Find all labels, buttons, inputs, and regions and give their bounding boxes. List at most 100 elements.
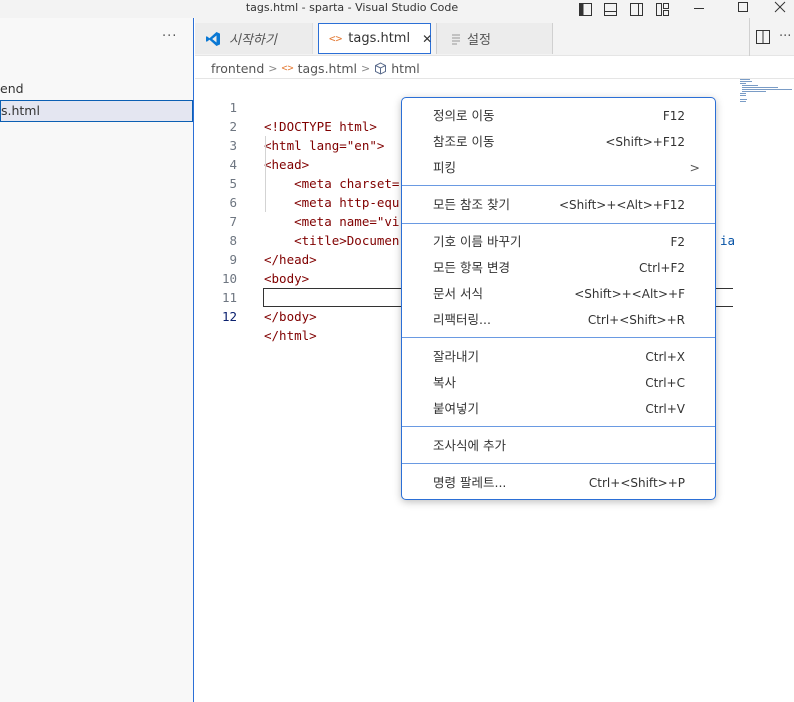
tab-tags-html[interactable]: <> tags.html ✕ (318, 23, 432, 54)
close-tab-icon[interactable]: ✕ (422, 32, 432, 46)
menu-item-format-document[interactable]: 문서 서식 <Shift>+<Alt>+F (402, 281, 715, 307)
split-editor-button[interactable] (749, 18, 776, 56)
breadcrumb-folder[interactable]: frontend (211, 61, 264, 76)
code-line[interactable]: 3 <head> (0, 117, 309, 172)
minimize-button[interactable] (684, 0, 714, 18)
menu-item-shortcut: F2 (670, 235, 685, 249)
menu-item-label: 정의로 이동 (433, 108, 495, 123)
menu-item-go-to-references[interactable]: 참조로 이동 <Shift>+F12 (402, 129, 715, 155)
code-line[interactable]: 12 </html> (0, 288, 317, 343)
chevron-right-icon: > (689, 160, 700, 175)
chevron-right-icon: > (268, 61, 278, 75)
editor-tab-bar: 시작하기 <> tags.html ✕ 설정 ··· (195, 18, 794, 56)
explorer-file-item[interactable]: s.html (0, 100, 193, 122)
menu-separator (402, 223, 715, 224)
tab-label: 설정 (467, 33, 491, 48)
indent-guide (265, 174, 266, 193)
menu-item-find-all-references[interactable]: 모든 참조 찾기 <Shift>+<Alt>+F12 (402, 192, 715, 218)
menu-item-go-to-definition[interactable]: 정의로 이동 F12 (402, 103, 715, 129)
menu-item-shortcut: <Shift>+<Alt>+F12 (558, 198, 685, 212)
code-text: </html> (264, 328, 317, 343)
line-number: 8 (229, 233, 237, 248)
title-bar: tags.html - sparta - Visual Studio Code (0, 0, 794, 18)
line-number: 4 (229, 157, 237, 172)
menu-item-shortcut: Ctrl+C (645, 376, 685, 390)
window-title: tags.html - sparta - Visual Studio Code (245, 1, 459, 14)
code-text: <meta http-equ (264, 195, 400, 210)
code-line[interactable]: 11 </body> (0, 269, 317, 324)
breadcrumb-symbol[interactable]: html (391, 61, 419, 76)
menu-item-change-all-occurrences[interactable]: 모든 항목 변경 Ctrl+F2 (402, 255, 715, 281)
menu-item-peek[interactable]: 피킹 > (402, 155, 715, 181)
menu-item-label: 모든 참조 찾기 (433, 197, 510, 212)
minimap[interactable] (738, 78, 794, 118)
menu-item-shortcut: <Shift>+F12 (605, 135, 685, 149)
settings-file-icon (451, 33, 461, 45)
code-line[interactable]: 8 </head> (0, 212, 316, 267)
customize-layout-icon[interactable] (656, 1, 669, 16)
code-text: <html lang="en"> (264, 138, 385, 153)
code-line[interactable]: 9 <body> (0, 231, 309, 286)
tab-label: 시작하기 (229, 33, 277, 48)
menu-item-label: 명령 팔레트... (433, 475, 507, 490)
menu-item-label: 복사 (433, 375, 457, 390)
html-code-icon: <> (281, 62, 294, 74)
line-number: 10 (221, 271, 237, 286)
breadcrumb-divider (195, 78, 794, 79)
menu-item-label: 피킹 (433, 160, 457, 175)
vscode-logo-icon (205, 31, 221, 47)
code-text: <head> (264, 157, 310, 172)
menu-item-label: 참조로 이동 (433, 134, 495, 149)
line-number: 11 (221, 290, 237, 305)
breadcrumb-file[interactable]: tags.html (298, 61, 357, 76)
html-code-icon: <> (329, 32, 343, 45)
code-line[interactable]: 4 <meta charset= (0, 136, 399, 191)
code-line[interactable]: 6 <meta name="vi ia (0, 174, 735, 248)
code-text: <meta charset= (264, 176, 400, 191)
toggle-secondary-sidebar-icon[interactable] (630, 1, 643, 16)
sidebar-more-actions-button[interactable]: ··· (162, 29, 177, 44)
menu-separator (402, 463, 715, 464)
menu-item-paste[interactable]: 붙여넣기 Ctrl+V (402, 396, 715, 422)
tab-settings[interactable]: 설정 (436, 23, 553, 54)
editor-context-menu: 정의로 이동 F12 참조로 이동 <Shift>+F12 피킹 > 모든 참조… (401, 97, 716, 500)
menu-item-label: 잘라내기 (433, 349, 480, 364)
editor-more-actions-button[interactable]: ··· (779, 29, 791, 44)
line-number: 1 (229, 100, 237, 115)
menu-separator (402, 426, 715, 427)
menu-item-label: 문서 서식 (433, 286, 483, 301)
maximize-button[interactable] (728, 0, 758, 18)
menu-item-shortcut: Ctrl+V (645, 402, 685, 416)
menu-item-shortcut: <Shift>+<Alt>+F (574, 287, 685, 301)
symbol-cube-icon (374, 61, 387, 75)
code-text: </body> (264, 309, 317, 324)
explorer-folder-item[interactable]: end (0, 78, 193, 100)
code-line[interactable]: 10 (0, 250, 237, 286)
chevron-right-icon: > (361, 61, 371, 75)
tab-label: tags.html (348, 31, 411, 46)
toggle-primary-sidebar-icon[interactable] (579, 1, 592, 16)
close-window-button[interactable] (766, 0, 794, 18)
menu-item-add-to-watch[interactable]: 조사식에 추가 (402, 433, 715, 459)
line-number: 9 (229, 252, 237, 267)
menu-separator (402, 185, 715, 186)
code-text: <body> (264, 271, 310, 286)
code-overflow-text: ia (720, 233, 736, 248)
menu-item-copy[interactable]: 복사 Ctrl+C (402, 370, 715, 396)
menu-item-rename-symbol[interactable]: 기호 이름 바꾸기 F2 (402, 229, 715, 255)
tab-welcome[interactable]: 시작하기 (195, 23, 313, 54)
menu-item-label: 모든 항목 변경 (433, 260, 510, 275)
split-editor-icon (756, 30, 770, 44)
code-line[interactable]: 7 <title>Documen (0, 193, 399, 248)
menu-item-command-palette[interactable]: 명령 팔레트... Ctrl+<Shift>+P (402, 470, 715, 496)
code-line[interactable]: 1 <!DOCTYPE html> (0, 79, 376, 134)
menu-item-shortcut: Ctrl+X (645, 350, 685, 364)
menu-item-cut[interactable]: 잘라내기 Ctrl+X (402, 344, 715, 370)
toggle-panel-icon[interactable] (604, 1, 617, 16)
menu-item-refactor[interactable]: 리팩터링... Ctrl+<Shift>+R (402, 307, 715, 333)
code-line[interactable]: 2 <html lang="en"> (0, 98, 384, 153)
menu-separator (402, 337, 715, 338)
breadcrumb: frontend > <> tags.html > html (211, 59, 420, 77)
code-text: <!DOCTYPE html> (264, 119, 377, 134)
code-line[interactable]: 5 <meta http-equ (0, 155, 399, 210)
